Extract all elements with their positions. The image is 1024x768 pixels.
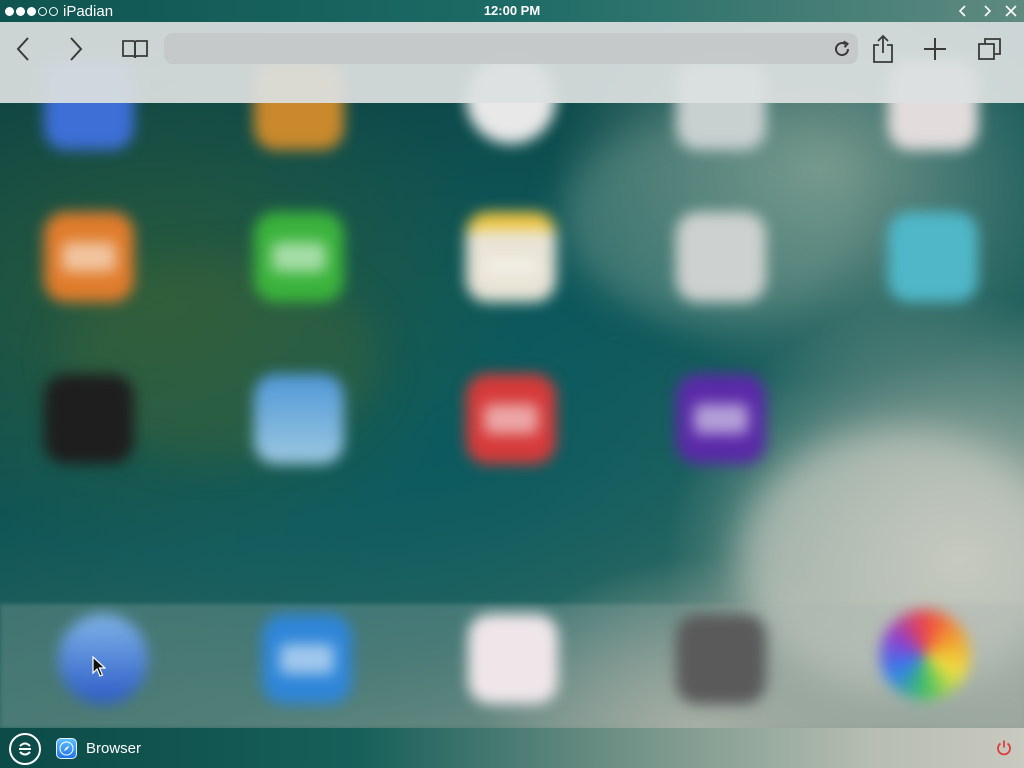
dock-icon	[880, 610, 970, 700]
dock-icon	[676, 614, 766, 704]
address-bar	[164, 33, 858, 64]
signal-dots-icon	[5, 6, 58, 16]
back-button[interactable]	[6, 32, 40, 66]
safari-compass-icon	[56, 737, 77, 759]
chevron-left-icon	[16, 37, 29, 61]
app-name: iPadian	[63, 2, 114, 20]
forward-button[interactable]	[59, 32, 93, 66]
close-window-button[interactable]	[1002, 2, 1020, 20]
reload-button[interactable]	[830, 37, 854, 61]
start-button[interactable]	[9, 733, 41, 765]
chevron-right-icon	[70, 37, 83, 61]
dock-icon	[262, 614, 352, 704]
chevron-right-icon	[984, 5, 992, 17]
plus-icon	[924, 38, 946, 60]
power-button[interactable]	[994, 738, 1014, 758]
app-icon	[676, 374, 766, 464]
dock-icon	[468, 614, 558, 704]
app-icon	[44, 212, 134, 302]
next-window-button[interactable]	[978, 2, 996, 20]
chevron-left-icon	[958, 5, 966, 17]
tabs-button[interactable]	[973, 32, 1007, 66]
app-icon	[254, 212, 344, 302]
window-title-bar: iPadian 12:00 PM	[0, 0, 1024, 22]
status-clock: 12:00 PM	[483, 3, 541, 18]
taskbar: Browser	[0, 728, 1024, 768]
taskbar-item-label: Browser	[86, 739, 142, 757]
close-icon	[1005, 5, 1017, 17]
bookmarks-button[interactable]	[118, 32, 152, 66]
app-icon	[466, 374, 556, 464]
address-input[interactable]	[176, 33, 816, 64]
app-icon	[254, 374, 344, 464]
new-tab-button[interactable]	[918, 32, 952, 66]
previous-window-button[interactable]	[954, 2, 972, 20]
window-controls	[954, 2, 1020, 20]
taskbar-item-browser[interactable]: Browser	[56, 736, 141, 760]
home-screen-wallpaper	[0, 0, 1024, 768]
share-icon	[873, 34, 893, 63]
ipadian-logo-icon	[19, 742, 31, 756]
open-book-icon	[122, 40, 148, 59]
app-icon	[888, 212, 978, 302]
app-icon	[676, 212, 766, 302]
browser-toolbar	[0, 22, 1024, 103]
power-icon	[997, 740, 1011, 756]
app-icon	[44, 374, 134, 464]
tabs-icon	[978, 38, 1001, 60]
reload-icon	[835, 40, 850, 57]
mouse-pointer-icon	[92, 656, 106, 677]
app-icon	[466, 212, 556, 302]
share-button[interactable]	[866, 32, 900, 66]
